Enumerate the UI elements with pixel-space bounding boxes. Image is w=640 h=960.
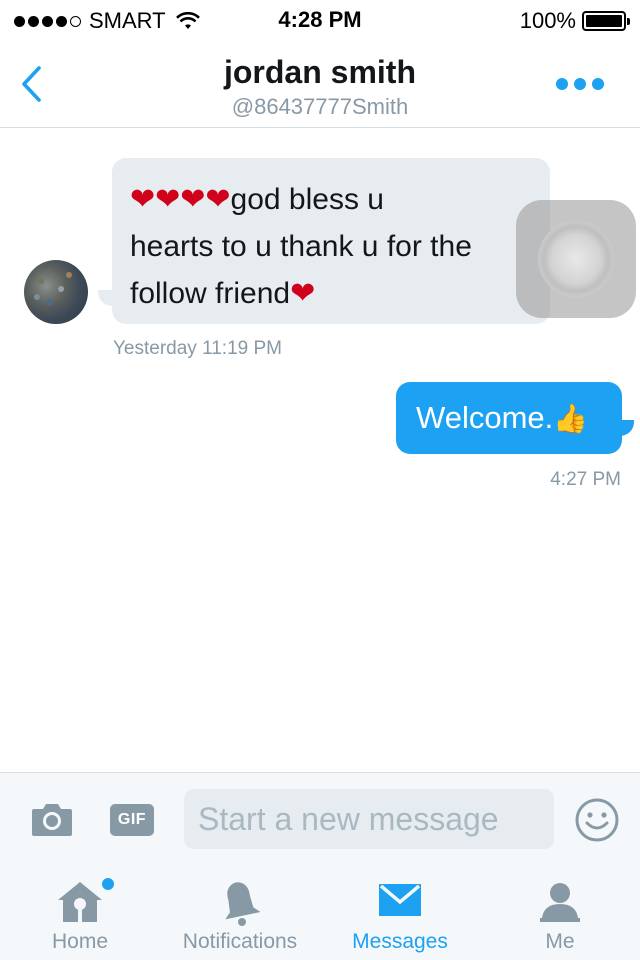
incoming-timestamp: Yesterday 11:19 PM: [113, 338, 282, 359]
status-right: 100%: [519, 8, 630, 34]
outgoing-timestamp: 4:27 PM: [550, 469, 621, 490]
heart-emoji: ❤: [290, 277, 316, 310]
outgoing-text: Welcome.: [416, 400, 554, 435]
smiley-icon: [575, 798, 619, 842]
more-options-button[interactable]: [556, 78, 604, 90]
incoming-message-bubble[interactable]: ❤❤❤❤god bless u hearts to u thank u for …: [112, 158, 550, 324]
thumbs-up-emoji: 👍: [553, 403, 589, 434]
more-dots-icon: [556, 78, 568, 90]
message-line: ❤❤❤❤god bless u: [130, 183, 384, 216]
assistive-touch-icon: [538, 221, 614, 297]
contact-handle[interactable]: @86437777Smith: [0, 94, 640, 120]
tab-label: Home: [51, 930, 109, 953]
gif-button[interactable]: GIF: [110, 804, 154, 836]
tab-label: Notifications: [182, 930, 298, 953]
notification-dot: [102, 878, 114, 890]
status-bar: SMART 4:28 PM 100%: [0, 0, 640, 40]
tab-label: Messages: [352, 930, 448, 953]
tab-home[interactable]: Home: [0, 864, 160, 960]
message-input[interactable]: Start a new message: [184, 789, 554, 849]
tab-label: Me: [545, 930, 575, 953]
battery-percent: 100%: [519, 8, 576, 33]
tab-notifications[interactable]: Notifications: [160, 864, 320, 960]
message-line: follow friend❤: [130, 277, 316, 310]
outgoing-message-bubble[interactable]: Welcome.👍: [396, 382, 622, 454]
person-icon: [540, 883, 580, 922]
contact-name[interactable]: jordan smith: [0, 54, 640, 91]
hearts-emoji: ❤❤❤❤: [130, 183, 231, 216]
assistive-touch-button[interactable]: [516, 200, 636, 318]
message-line: hearts to u thank u for the: [130, 230, 472, 263]
tab-bar: Home Notifications Messages Me: [0, 864, 640, 960]
avatar[interactable]: [24, 260, 88, 324]
message-composer: GIF Start a new message: [0, 772, 640, 864]
battery-icon: [582, 11, 630, 31]
envelope-icon: [379, 884, 421, 916]
bell-icon: [225, 882, 261, 926]
conversation-header: jordan smith @86437777Smith: [0, 40, 640, 128]
camera-button[interactable]: [30, 799, 74, 839]
emoji-button[interactable]: [574, 797, 620, 843]
camera-icon: [32, 804, 72, 836]
tab-me[interactable]: Me: [480, 864, 640, 960]
home-icon: [58, 882, 102, 922]
tab-messages[interactable]: Messages: [320, 864, 480, 960]
